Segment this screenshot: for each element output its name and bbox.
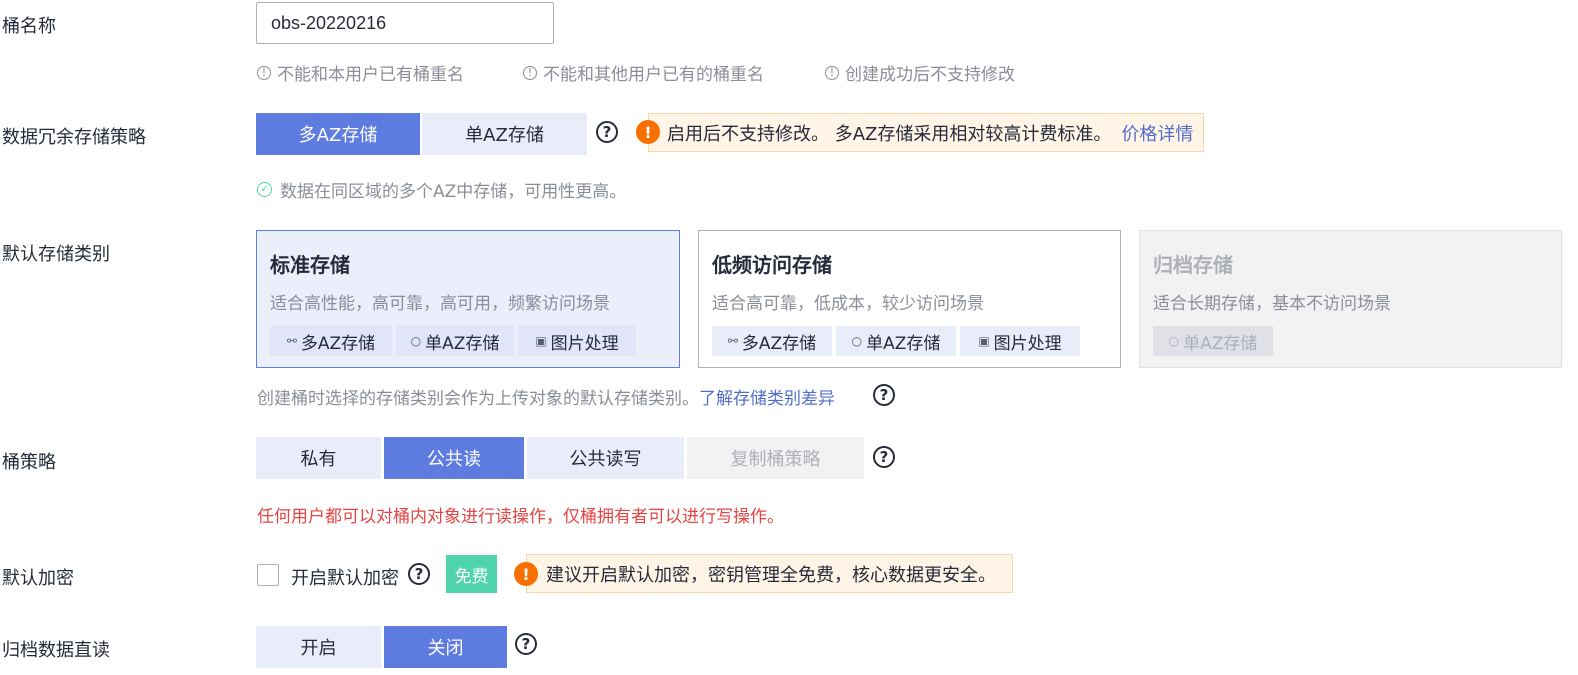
archive-option-on[interactable]: 开启 xyxy=(256,626,381,668)
info-icon: ! xyxy=(257,65,271,80)
redundancy-option-multi-az[interactable]: 多AZ存储 xyxy=(256,113,420,155)
policy-option-copy: 复制桶策略 xyxy=(687,437,864,479)
circle-icon: ○ xyxy=(410,334,422,348)
encryption-checkbox[interactable] xyxy=(257,564,279,586)
circle-icon: ○ xyxy=(1168,334,1180,348)
encryption-checkbox-label[interactable]: 开启默认加密 xyxy=(291,564,399,590)
tag-multi-az: ⚯ 多AZ存储 xyxy=(270,326,392,356)
warning-icon: ! xyxy=(514,562,538,586)
help-icon[interactable]: ? xyxy=(408,563,430,585)
tag-label: 单AZ存储 xyxy=(425,333,500,354)
policy-warning: 任何用户都可以对桶内对象进行读操作，仅桶拥有者可以进行写操作。 xyxy=(257,507,784,527)
hint-text: 不能和本用户已有桶重名 xyxy=(277,65,464,85)
hint-item: ! 不能和其他用户已有的桶重名 xyxy=(523,60,825,85)
success-text: 数据在同区域的多个AZ中存储，可用性更高。 xyxy=(280,182,627,202)
storage-card-standard[interactable]: 标准存储 适合高性能，高可靠，高可用，频繁访问场景 ⚯ 多AZ存储 ○ 单AZ存… xyxy=(256,230,680,368)
tag-label: 图片处理 xyxy=(550,333,619,354)
tag-label: 多AZ存储 xyxy=(741,333,817,354)
card-desc: 适合高可靠，低成本，较少访问场景 xyxy=(712,294,984,314)
image-icon: ▣ xyxy=(978,334,990,348)
help-icon[interactable]: ? xyxy=(873,446,895,468)
hint-text: 不能和其他用户已有的桶重名 xyxy=(543,65,764,85)
policy-option-private[interactable]: 私有 xyxy=(256,437,381,479)
price-details-link[interactable]: 价格详情 xyxy=(1121,120,1193,146)
archive-option-off[interactable]: 关闭 xyxy=(384,626,507,668)
encryption-tip: 建议开启默认加密，密钥管理全免费，核心数据更安全。 xyxy=(526,554,1013,593)
cluster-icon: ⚯ xyxy=(286,334,297,348)
tag-label: 多AZ存储 xyxy=(300,333,376,354)
card-desc: 适合长期存储，基本不访问场景 xyxy=(1153,294,1391,314)
storage-class-label: 默认存储类别 xyxy=(2,244,110,265)
tip-text: 建议开启默认加密，密钥管理全免费，核心数据更安全。 xyxy=(546,564,996,586)
storage-card-archive: 归档存储 适合长期存储，基本不访问场景 ○ 单AZ存储 xyxy=(1139,230,1562,368)
image-icon: ▣ xyxy=(535,334,547,348)
tag-image-processing: ▣ 图片处理 xyxy=(518,326,636,356)
policy-option-public-read[interactable]: 公共读 xyxy=(384,437,524,479)
bucket-policy-label: 桶策略 xyxy=(2,452,56,473)
warning-text: 启用后不支持修改。 多AZ存储采用相对较高计费标准。 xyxy=(667,123,1112,145)
hint-item: ! 不能和本用户已有桶重名 xyxy=(257,60,523,85)
info-icon: ! xyxy=(825,65,839,80)
circle-icon: ○ xyxy=(851,334,863,348)
card-title: 标准存储 xyxy=(270,253,350,277)
tag-single-az: ○ 单AZ存储 xyxy=(836,326,956,356)
bucket-name-input[interactable] xyxy=(256,2,554,44)
hint-item: ! 创建成功后不支持修改 xyxy=(825,60,1015,85)
redundancy-warning: 启用后不支持修改。 多AZ存储采用相对较高计费标准。 价格详情 xyxy=(648,113,1204,152)
free-badge: 免费 xyxy=(446,555,497,593)
help-icon[interactable]: ? xyxy=(515,633,537,655)
bucket-name-hints: ! 不能和本用户已有桶重名 ! 不能和其他用户已有的桶重名 ! 创建成功后不支持… xyxy=(257,60,1015,85)
storage-class-hint: 创建桶时选择的存储类别会作为上传对象的默认存储类别。了解存储类别差异 xyxy=(257,384,835,409)
tag-single-az: ○ 单AZ存储 xyxy=(1153,326,1273,356)
bucket-name-label: 桶名称 xyxy=(2,16,56,37)
check-circle-icon: ✓ xyxy=(257,182,272,197)
card-title: 归档存储 xyxy=(1153,253,1233,277)
help-icon[interactable]: ? xyxy=(873,384,895,406)
tag-label: 单AZ存储 xyxy=(866,333,941,354)
redundancy-label: 数据冗余存储策略 xyxy=(2,127,146,148)
cluster-icon: ⚯ xyxy=(727,334,738,348)
encryption-label: 默认加密 xyxy=(2,568,74,589)
archive-direct-read-label: 归档数据直读 xyxy=(2,640,110,661)
tag-multi-az: ⚯ 多AZ存储 xyxy=(712,326,832,356)
tag-image-processing: ▣ 图片处理 xyxy=(960,326,1080,356)
redundancy-success-hint: ✓ 数据在同区域的多个AZ中存储，可用性更高。 xyxy=(257,177,626,202)
hint-text: 创建桶时选择的存储类别会作为上传对象的默认存储类别。 xyxy=(257,389,699,409)
policy-option-public-read-write[interactable]: 公共读写 xyxy=(527,437,684,479)
tag-label: 单AZ存储 xyxy=(1183,333,1258,354)
info-icon: ! xyxy=(523,65,537,80)
card-title: 低频访问存储 xyxy=(712,253,832,277)
warning-icon: ! xyxy=(636,120,660,144)
storage-class-diff-link[interactable]: 了解存储类别差异 xyxy=(699,389,835,409)
storage-card-infrequent[interactable]: 低频访问存储 适合高可靠，低成本，较少访问场景 ⚯ 多AZ存储 ○ 单AZ存储 … xyxy=(698,230,1121,368)
tag-label: 图片处理 xyxy=(993,333,1062,354)
card-desc: 适合高性能，高可靠，高可用，频繁访问场景 xyxy=(270,294,610,314)
hint-text: 创建成功后不支持修改 xyxy=(845,65,1015,85)
redundancy-option-single-az[interactable]: 单AZ存储 xyxy=(422,113,587,155)
help-icon[interactable]: ? xyxy=(596,121,618,143)
tag-single-az: ○ 单AZ存储 xyxy=(396,326,514,356)
